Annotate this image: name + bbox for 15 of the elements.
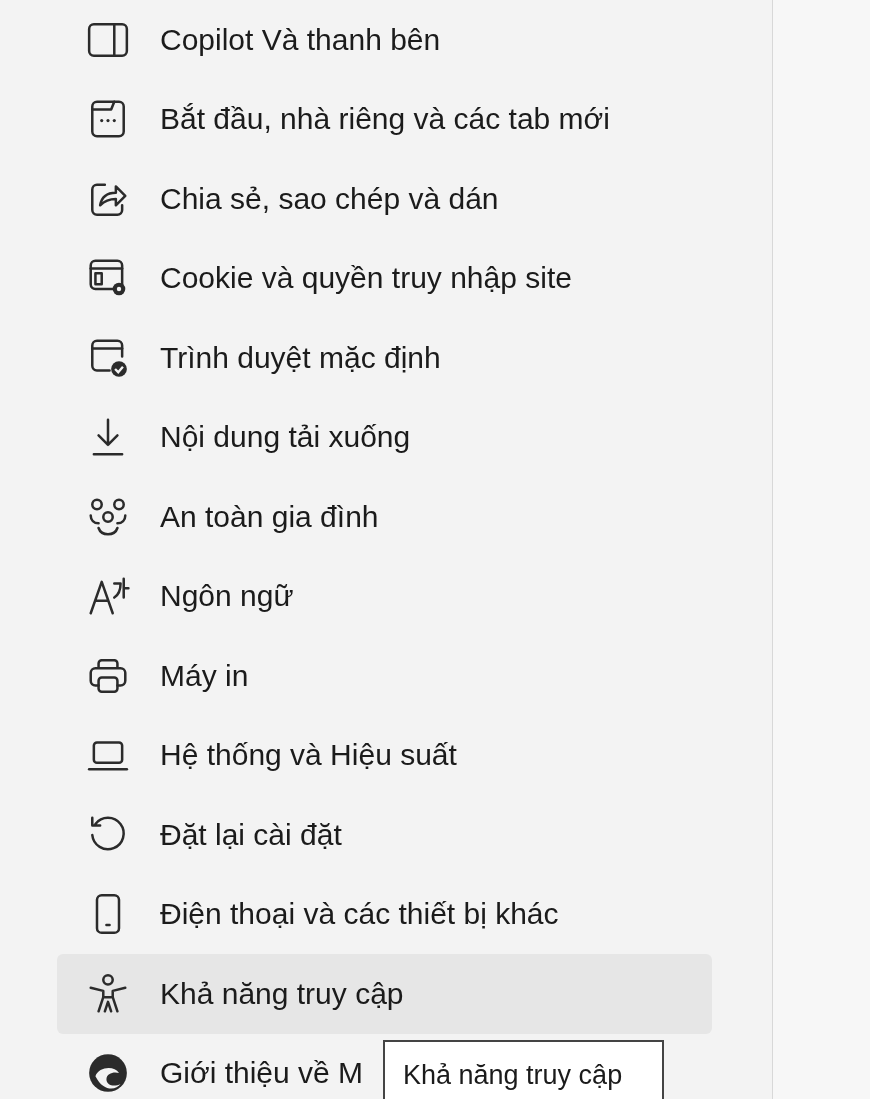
menu-item[interactable]: Khả năng truy cập — [57, 954, 712, 1034]
menu-item[interactable]: Chia sẻ, sao chép và dán — [57, 159, 507, 239]
menu-item[interactable]: Ngôn ngữ — [57, 556, 302, 636]
menu-item[interactable]: Máy in — [57, 636, 257, 716]
menu-item[interactable]: Copilot Và thanh bên — [57, 0, 449, 80]
tooltip: Khả năng truy cập — [383, 1040, 664, 1099]
menu-item[interactable]: Trình duyệt mặc định — [57, 318, 449, 398]
menu-item[interactable]: Cookie và quyền truy nhập site — [57, 238, 580, 318]
menu-item[interactable]: Bắt đầu, nhà riêng và các tab mới — [57, 79, 618, 159]
menu-item[interactable]: Giới thiệu về M — [57, 1033, 372, 1099]
menu-item[interactable]: Điện thoại và các thiết bị khác — [57, 874, 567, 954]
menu-item[interactable]: Hệ thống và Hiệu suất — [57, 715, 465, 795]
menu-item[interactable]: Nội dung tải xuống — [57, 397, 419, 477]
menu-item[interactable]: An toàn gia đình — [57, 477, 387, 557]
menu-item[interactable]: Đặt lại cài đặt — [57, 795, 350, 875]
